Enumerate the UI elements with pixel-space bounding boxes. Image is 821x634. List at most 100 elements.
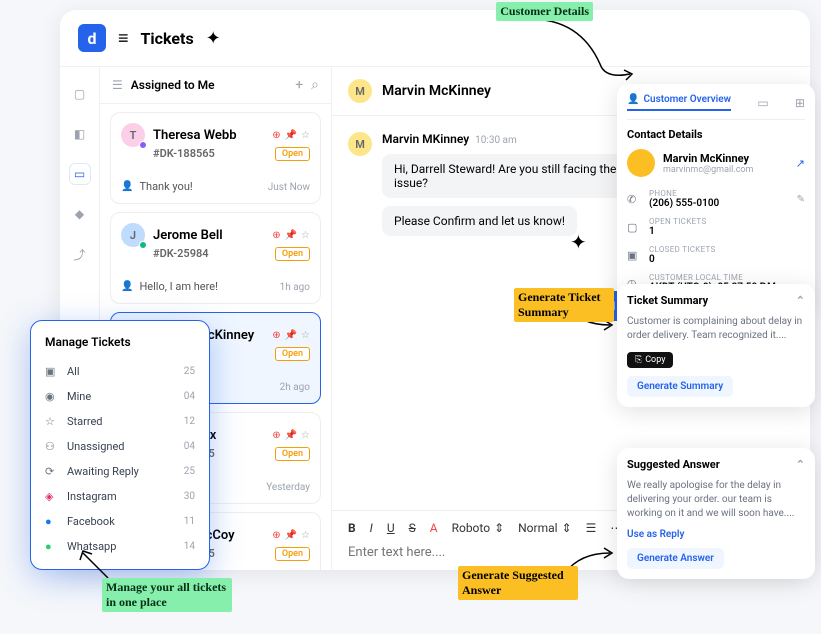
category-count: 14 (184, 541, 195, 552)
category-count: 04 (184, 441, 195, 452)
manage-item[interactable]: ⚇Unassigned04 (31, 434, 209, 459)
contact-name: Marvin McKinney (663, 152, 753, 165)
suggested-answer-panel: Suggested Answer ⌃ We really apologise fo… (617, 448, 815, 579)
ticket-item[interactable]: T Theresa Webb ⊕📌☆ #DK-188565 Open 👤Than… (110, 112, 321, 204)
star-icon[interactable]: ☆ (301, 530, 310, 541)
priority-icon: ⊕ (272, 130, 280, 141)
ticket-time: 1h ago (280, 282, 310, 293)
sparkle-icon: ✦ (570, 230, 587, 254)
filter-icon: ☰ (112, 78, 123, 92)
collapse-icon[interactable]: ⌃ (796, 458, 805, 471)
field-label: PHONE (649, 189, 719, 198)
size-select[interactable]: Normal ⇕ (518, 521, 572, 535)
manage-item[interactable]: ⟳ Awaiting Reply 25 (31, 459, 209, 484)
category-count: 25 (184, 366, 195, 377)
ticket-summary-panel: Ticket Summary⌃ Customer is complaining … (617, 284, 815, 407)
annotation-customer-details: Customer Details (496, 2, 593, 21)
font-select[interactable]: Roboto ⇕ (452, 521, 505, 535)
search-button[interactable]: ⌕ (311, 77, 319, 93)
nav-item-tickets[interactable]: ▭ (69, 163, 91, 185)
pin-icon[interactable]: 📌 (285, 430, 297, 441)
collapse-icon[interactable]: ⌃ (796, 294, 805, 307)
ticket-item[interactable]: J Jerome Bell ⊕📌☆ #DK-25984 Open 👤Hello,… (110, 212, 321, 304)
category-label: Facebook (67, 515, 115, 528)
detail-field: ▣ CLOSED TICKETS0 (627, 241, 805, 269)
manage-item[interactable]: ☆ Starred 12 (31, 409, 209, 434)
nav-item-4[interactable]: ◆ (69, 203, 91, 225)
category-icon: ⟳ (45, 465, 59, 478)
category-label: All (67, 365, 80, 378)
category-count: 11 (184, 516, 195, 527)
star-icon[interactable]: ☆ (301, 230, 310, 241)
status-badge: Open (275, 147, 310, 161)
field-label: CLOSED TICKETS (649, 245, 716, 254)
italic-button[interactable]: I (370, 521, 373, 535)
suggested-title: Suggested Answer (627, 458, 720, 471)
customer-overview-tab[interactable]: 👤 Customer Overview (627, 94, 731, 111)
category-label: Awaiting Reply (67, 465, 139, 478)
nav-item-5[interactable]: ⤴ (69, 243, 91, 265)
message-bubble: Please Confirm and let us know! (382, 206, 577, 236)
page-title: Tickets (141, 29, 194, 48)
avatar: J (121, 223, 145, 247)
category-label: Starred (67, 415, 103, 428)
generate-answer-button[interactable]: Generate Answer (627, 548, 724, 569)
strike-button[interactable]: S (409, 521, 416, 535)
bold-button[interactable]: B (348, 521, 356, 535)
manage-item[interactable]: ◉Mine04 (31, 384, 209, 409)
arrow-annotation (520, 14, 640, 84)
field-value: 1 (649, 226, 707, 237)
person-icon: 👤 (121, 281, 133, 292)
pin-icon[interactable]: 📌 (285, 330, 297, 341)
edit-icon[interactable]: ✎ (797, 194, 805, 205)
generate-summary-button[interactable]: Generate Summary (627, 376, 733, 397)
copy-button[interactable]: ⎘ Copy (627, 352, 673, 368)
grid-view-icon[interactable]: ⊞ (795, 96, 805, 110)
contact-details-heading: Contact Details (627, 128, 805, 141)
sparkle-icon: ✦ (206, 28, 221, 49)
list-button[interactable]: ☰ (586, 521, 597, 535)
use-as-reply-link[interactable]: Use as Reply (627, 529, 805, 540)
add-ticket-button[interactable]: + (295, 77, 303, 93)
filter-label[interactable]: Assigned to Me (131, 78, 287, 92)
menu-icon[interactable]: ≡ (118, 28, 129, 49)
category-count: 12 (184, 416, 195, 427)
conversation-name: Marvin McKinney (382, 83, 491, 99)
manage-title: Manage Tickets (31, 331, 209, 359)
category-icon: ▣ (45, 365, 59, 378)
annotation-suggested-answer: Generate Suggested Answer (458, 566, 578, 600)
field-label: OPEN TICKETS (649, 217, 707, 226)
suggested-text: We really apologise for the delay in del… (627, 479, 805, 521)
customer-overview-panel: 👤 Customer Overview ▭ ⊞ Contact Details … (617, 84, 815, 307)
field-icon: ▣ (627, 249, 641, 262)
manage-tickets-popup: Manage Tickets ▣ All 25 ◉Mine04 ☆ Starred 12 ⚇U… (30, 320, 210, 570)
card-view-icon[interactable]: ▭ (757, 96, 768, 110)
manage-item[interactable]: ◈Instagram30 (31, 484, 209, 509)
star-icon[interactable]: ☆ (301, 130, 310, 141)
pin-icon[interactable]: 📌 (285, 230, 297, 241)
manage-item[interactable]: ●Facebook11 (31, 509, 209, 534)
field-value: 0 (649, 254, 716, 265)
category-count: 25 (184, 466, 195, 477)
nav-item-2[interactable]: ◧ (69, 123, 91, 145)
manage-item[interactable]: ▣ All 25 (31, 359, 209, 384)
underline-button[interactable]: U (387, 521, 395, 535)
ticket-list-header: ☰ Assigned to Me + ⌕ (100, 67, 331, 104)
pin-icon[interactable]: 📌 (285, 530, 297, 541)
logo: d (78, 24, 106, 52)
nav-item-1[interactable]: ▢ (69, 83, 91, 105)
external-link-icon[interactable]: ↗ (796, 157, 805, 170)
star-icon[interactable]: ☆ (301, 330, 310, 341)
category-icon: ☆ (45, 415, 59, 428)
color-button[interactable]: A (430, 521, 438, 535)
status-badge: Open (275, 247, 310, 261)
category-count: 30 (184, 491, 195, 502)
detail-field: ▢OPEN TICKETS1 (627, 213, 805, 241)
field-icon: ✆ (627, 193, 641, 206)
category-count: 04 (184, 391, 195, 402)
category-icon: ● (45, 540, 59, 553)
avatar: M (348, 79, 372, 103)
ticket-name: Jerome Bell (153, 228, 223, 243)
pin-icon[interactable]: 📌 (285, 130, 297, 141)
star-icon[interactable]: ☆ (301, 430, 310, 441)
